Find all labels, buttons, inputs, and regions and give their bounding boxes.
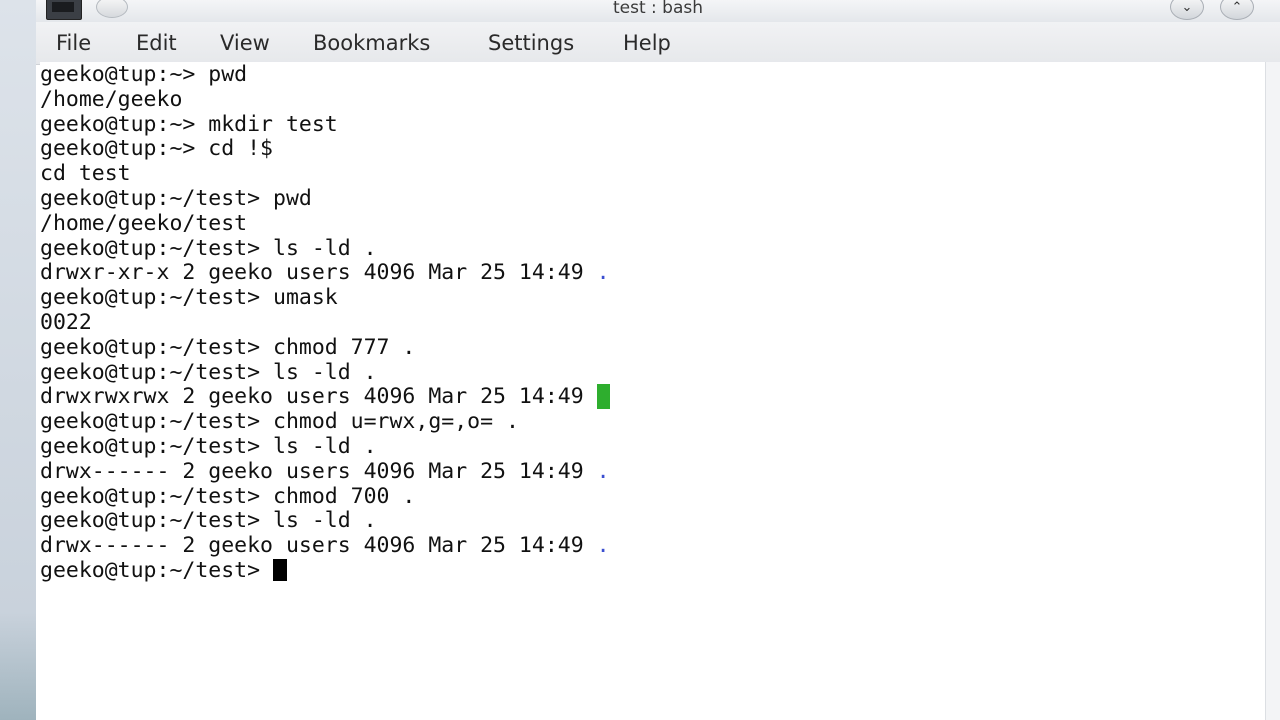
menu-settings[interactable]: Settings	[488, 31, 574, 55]
directory-name: .	[596, 533, 610, 559]
text-cursor	[273, 559, 287, 581]
terminal-line-text: geeko@tup:~/test> umask	[40, 285, 338, 311]
terminal-line-text: geeko@tup:~> mkdir test	[40, 111, 338, 137]
desktop-background	[0, 0, 37, 720]
terminal-line-text: geeko@tup:~/test> ls -ld .	[40, 434, 377, 459]
terminal-line: drwx------ 2 geeko users 4096 Mar 25 14:…	[40, 533, 610, 558]
terminal-line-text: /home/geeko/test	[40, 210, 248, 236]
terminal-line: drwx------ 2 geeko users 4096 Mar 25 14:…	[40, 459, 610, 484]
terminal-line: 0022	[40, 310, 92, 335]
directory-name: .	[596, 384, 610, 410]
terminal-line: geeko@tup:~/test> ls -ld .	[40, 434, 377, 459]
konsole-window: test : bash ⌄ ⌃ File Edit View Bookmarks…	[36, 0, 1280, 720]
terminal-line: drwxrwxrwx 2 geeko users 4096 Mar 25 14:…	[40, 384, 610, 410]
menu-file[interactable]: File	[56, 31, 91, 55]
terminal-line: drwxr-xr-x 2 geeko users 4096 Mar 25 14:…	[40, 260, 610, 285]
terminal-line-text: geeko@tup:~/test> ls -ld .	[40, 508, 377, 534]
terminal-line: geeko@tup:~> mkdir test	[40, 112, 338, 137]
terminal-line-text: drwx------ 2 geeko users 4096 Mar 25 14:…	[40, 458, 597, 484]
terminal-line: /home/geeko/test	[40, 211, 247, 236]
terminal-line-text: drwxr-xr-x 2 geeko users 4096 Mar 25 14:…	[40, 260, 597, 286]
terminal-line-text: geeko@tup:~/test> chmod u=rwx,g=,o= .	[40, 409, 519, 435]
directory-name: .	[596, 458, 610, 484]
terminal-line: geeko@tup:~/test> chmod 777 .	[40, 335, 415, 360]
terminal-scrollbar[interactable]	[1265, 62, 1280, 720]
terminal-line-text: geeko@tup:~/test> chmod 777 .	[40, 334, 416, 360]
menu-bookmarks[interactable]: Bookmarks	[313, 31, 430, 55]
menu-edit[interactable]: Edit	[136, 31, 177, 55]
terminal-line: cd test	[40, 161, 131, 186]
terminal-line: geeko@tup:~/test> pwd	[40, 186, 312, 211]
terminal-line: geeko@tup:~/test> chmod u=rwx,g=,o= .	[40, 409, 519, 434]
terminal-prompt: geeko@tup:~/test>	[40, 558, 273, 583]
terminal-line-text: cd test	[40, 161, 131, 187]
directory-name: .	[596, 260, 610, 286]
terminal-line: geeko@tup:~> cd !$	[40, 136, 273, 161]
terminal-line: geeko@tup:~/test> ls -ld .	[40, 360, 377, 385]
terminal-line-text: geeko@tup:~/test> pwd	[40, 186, 312, 211]
terminal-line-text: geeko@tup:~/test> ls -ld .	[40, 359, 377, 385]
terminal-line-text: geeko@tup:~> pwd	[40, 62, 248, 87]
window-title: test : bash	[612, 0, 704, 18]
menu-help[interactable]: Help	[623, 31, 671, 55]
terminal-line: geeko@tup:~/test> chmod 700 .	[40, 484, 415, 509]
terminal-line: geeko@tup:~> pwd	[40, 62, 247, 87]
terminal-line-text: geeko@tup:~/test> chmod 700 .	[40, 483, 416, 509]
terminal-line-text: drwxrwxrwx 2 geeko users 4096 Mar 25 14:…	[40, 384, 597, 410]
terminal-line-text: geeko@tup:~/test> ls -ld .	[40, 235, 377, 261]
terminal-line: /home/geeko	[40, 87, 182, 112]
terminal-output[interactable]: geeko@tup:~> pwd/home/geeko geeko@tup:~> …	[40, 62, 1265, 712]
terminal-line-text: 0022	[40, 310, 92, 335]
terminal-line: geeko@tup:~/test> ls -ld .	[40, 508, 377, 533]
terminal-line: geeko@tup:~/test> ls -ld .	[40, 236, 377, 261]
terminal-line-text: drwx------ 2 geeko users 4096 Mar 25 14:…	[40, 533, 597, 559]
terminal-prompt-line[interactable]: geeko@tup:~/test>	[40, 558, 287, 583]
menu-view[interactable]: View	[220, 31, 270, 55]
terminal-line-text: geeko@tup:~> cd !$	[40, 136, 273, 162]
menu-bar: File Edit View Bookmarks Settings Help	[36, 22, 1280, 65]
terminal-line: geeko@tup:~/test> umask	[40, 285, 338, 310]
terminal-line-text: /home/geeko	[40, 86, 183, 112]
title-bar[interactable]: test : bash ⌄ ⌃	[36, 0, 1280, 22]
